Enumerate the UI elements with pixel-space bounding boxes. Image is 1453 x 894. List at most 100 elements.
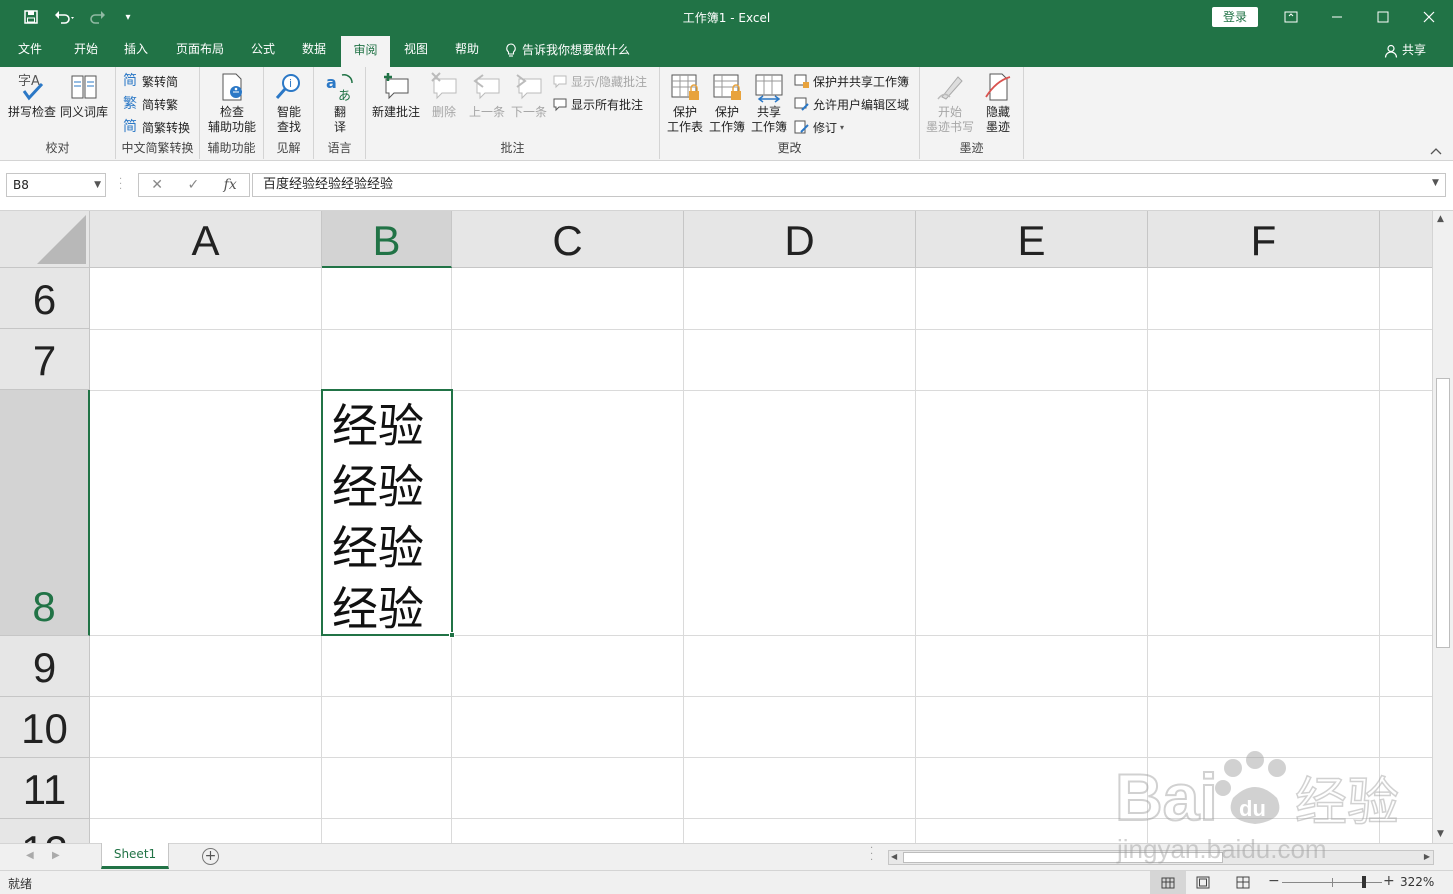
tab-home[interactable]: 开始 [62,34,110,67]
show-hide-comment-button[interactable]: 显示/隐藏批注 [552,71,647,91]
protect-and-share-button[interactable]: 保护并共享工作簿 [794,71,909,91]
tab-formulas[interactable]: 公式 [240,34,286,67]
row-header-12[interactable]: 12 [0,819,90,843]
delete-comment-button[interactable]: 删除 [424,71,464,120]
spelling-button[interactable]: 字A 拼写检查 [6,71,58,120]
new-comment-button[interactable]: 新建批注 [370,71,422,120]
track-changes-icon [794,120,809,134]
zoom-in-icon[interactable]: + [1383,873,1395,889]
translate-button[interactable]: aあ 翻 译 [320,71,360,135]
track-changes-button[interactable]: 修订 ▾ [794,117,844,137]
row-header-10[interactable]: 10 [0,697,90,758]
maximize-icon[interactable] [1360,0,1406,34]
chinese-conversion-button[interactable]: 简 简繁转换 [123,117,190,137]
scroll-up-icon[interactable]: ▲ [1437,214,1444,224]
accessibility-icon [222,73,242,101]
page-layout-view-icon[interactable] [1196,876,1210,892]
scroll-left-icon[interactable]: ◀ [891,852,897,861]
zoom-out-icon[interactable]: − [1268,873,1280,889]
baidu-watermark: Bai du 经验 jingyan.baidu.com [1114,740,1415,870]
name-box-dropdown-icon[interactable]: ▼ [94,174,101,196]
column-header-d[interactable]: D [684,211,916,268]
minimize-icon[interactable] [1314,0,1360,34]
zoom-level[interactable]: 322% [1400,875,1434,889]
sheet-scroll-right-icon[interactable]: ▶ [52,850,60,861]
ribbon-display-options-icon[interactable] [1268,0,1314,34]
check-accessibility-button[interactable]: 检查 辅助功能 [206,71,258,135]
column-header-c[interactable]: C [452,211,684,268]
tell-me-search[interactable]: 告诉我你想要做什么 [505,34,630,67]
active-cell-b8[interactable]: 经验 经验 经验 经验 [321,389,453,636]
tab-help[interactable]: 帮助 [445,34,489,67]
normal-view-icon[interactable] [1150,871,1186,894]
zoom-slider-center-tick [1332,878,1333,887]
protect-workbook-button[interactable]: 保护 工作簿 [706,71,748,135]
column-header-b[interactable]: B [322,211,452,268]
svg-text:经验: 经验 [1295,773,1399,833]
vertical-scrollbar[interactable]: ▲ ▼ [1432,211,1453,843]
group-accessibility-label: 辅助功能 [207,141,256,155]
tab-file[interactable]: 文件 [8,34,52,67]
simplified-to-traditional-button[interactable]: 繁 简转繁 [123,94,178,114]
next-comment-button[interactable]: 下一条 [508,71,550,120]
protect-sheet-button[interactable]: 保护 工作表 [664,71,706,135]
allow-edit-label: 允许用户编辑区域 [813,97,910,112]
tab-view[interactable]: 视图 [394,34,438,67]
column-header-g[interactable] [1380,211,1432,268]
row-header-11[interactable]: 11 [0,758,90,819]
sheet-scroll-left-icon[interactable]: ◀ [26,850,34,861]
close-icon[interactable] [1406,0,1452,34]
watermark-url: jingyan.baidu.com [1116,834,1327,864]
share-workbook-button[interactable]: 共享 工作簿 [748,71,790,135]
zoom-slider[interactable] [1282,876,1382,888]
column-header-a[interactable]: A [90,211,322,268]
smart-lookup-button[interactable]: i 智能 查找 [268,71,310,135]
tab-page-layout[interactable]: 页面布局 [166,34,234,67]
vertical-scroll-thumb[interactable] [1436,378,1450,648]
sheet-tab-sheet1[interactable]: Sheet1 [101,843,169,869]
row-header-6[interactable]: 6 [0,268,90,329]
spelling-label: 拼写检查 [7,105,56,119]
book-icon [71,75,97,99]
enter-icon[interactable]: ✓ [187,177,199,193]
group-language: aあ 翻 译 语言 [314,67,366,159]
row-header-8[interactable]: 8 [0,390,90,636]
allow-edit-ranges-button[interactable]: 允许用户编辑区域 [794,94,909,114]
cancel-icon[interactable]: ✕ [151,177,163,193]
svg-text:i: i [289,77,292,90]
scroll-down-icon[interactable]: ▼ [1437,829,1444,839]
translate-label-2: 译 [333,120,346,134]
formula-input[interactable]: 百度经验经验经验经验 [252,173,1446,197]
split-grip-icon[interactable]: · · · [870,844,873,866]
add-sheet-icon[interactable]: + [202,848,219,865]
fill-handle[interactable] [449,632,455,638]
collapse-ribbon-icon[interactable] [1430,145,1444,157]
share-workbook-icon [755,74,783,103]
row-header-7[interactable]: 7 [0,329,90,390]
column-header-f[interactable]: F [1148,211,1380,268]
hide-ink-label-2: 墨迹 [985,120,1010,134]
zoom-slider-thumb[interactable] [1362,876,1366,888]
tab-data[interactable]: 数据 [292,34,336,67]
formula-buttons: ✕ ✓ fx [138,173,250,197]
share-button[interactable]: 共享 [1384,34,1426,67]
select-all-corner[interactable] [0,211,90,268]
name-box[interactable]: B8 ▼ [6,173,106,197]
scroll-right-icon[interactable]: ▶ [1424,852,1430,861]
insert-function-icon[interactable]: fx [224,177,237,193]
row-header-9[interactable]: 9 [0,636,90,697]
thesaurus-button[interactable]: 同义词库 [58,71,110,120]
tab-review[interactable]: 审阅 [341,34,390,67]
page-break-view-icon[interactable] [1236,876,1250,892]
previous-comment-button[interactable]: 上一条 [466,71,508,120]
login-button[interactable]: 登录 [1212,7,1258,27]
start-inking-button[interactable]: 开始 墨迹书写 [924,71,976,135]
tab-insert[interactable]: 插入 [114,34,158,67]
svg-text:a: a [326,73,337,92]
traditional-to-simplified-button[interactable]: 简 繁转简 [123,71,178,91]
column-header-e[interactable]: E [916,211,1148,268]
expand-formula-bar-icon[interactable]: ▼ [1432,178,1439,188]
hide-ink-button[interactable]: 隐藏 墨迹 [976,71,1020,135]
show-all-comments-button[interactable]: 显示所有批注 [552,94,643,114]
protect-workbook-icon [713,74,741,100]
